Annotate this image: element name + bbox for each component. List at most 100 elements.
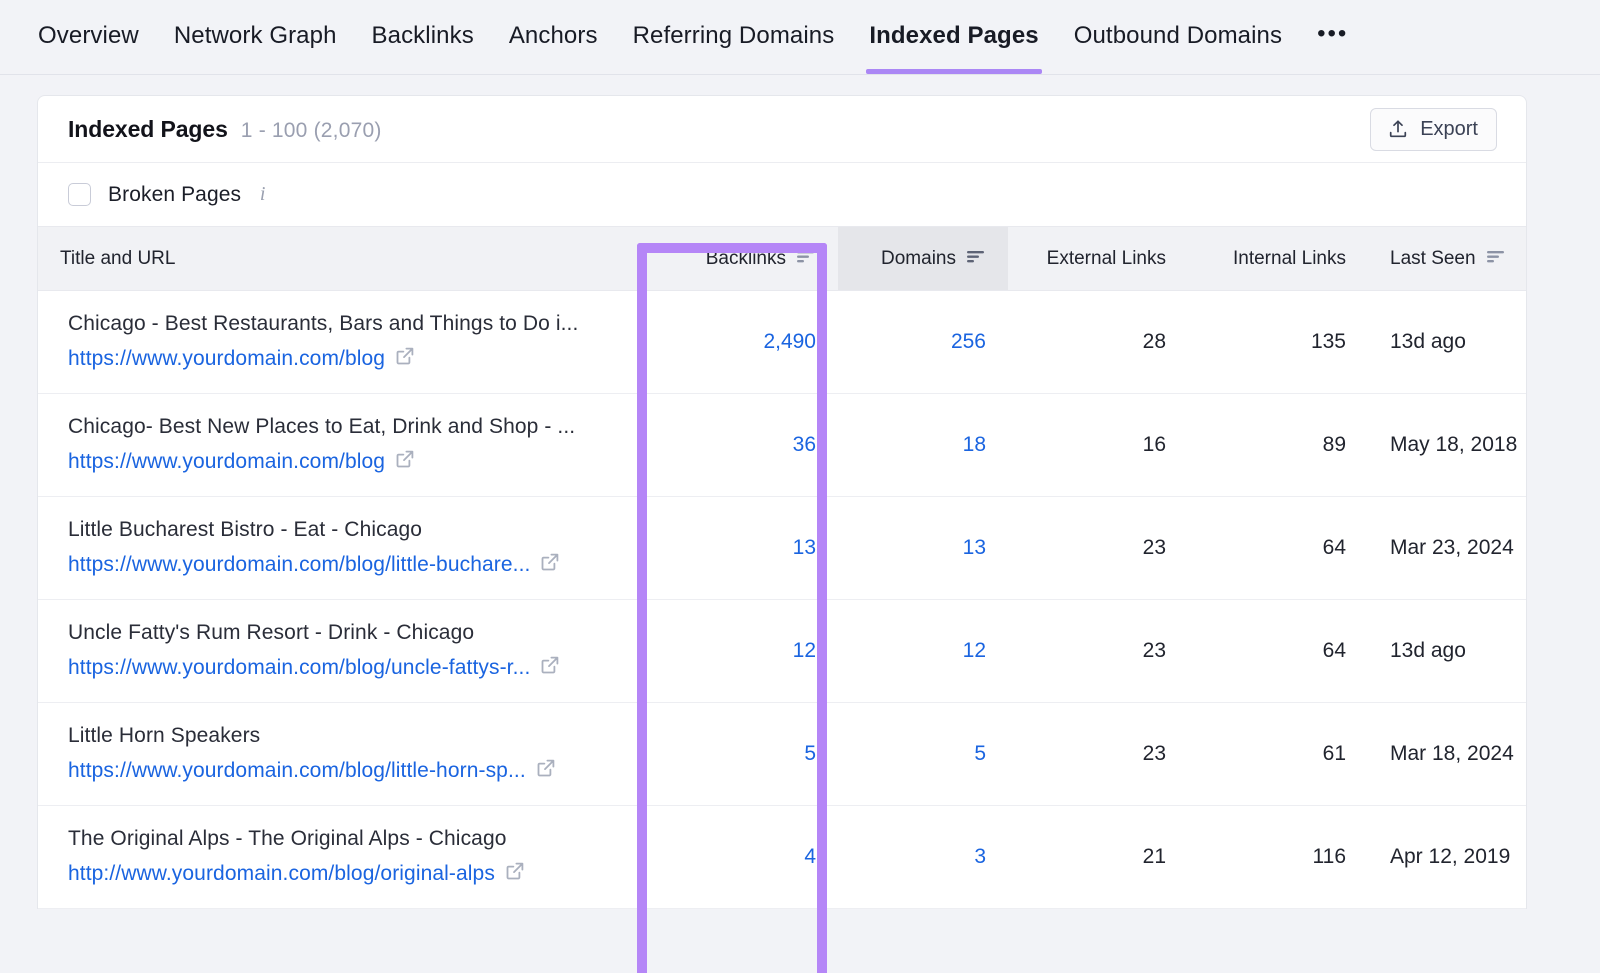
table-row[interactable]: Chicago- Best New Places to Eat, Drink a… — [38, 394, 1527, 497]
tab-label: Backlinks — [372, 22, 474, 49]
tab-anchors[interactable]: Anchors — [509, 0, 598, 74]
table-row[interactable]: Chicago - Best Restaurants, Bars and Thi… — [38, 291, 1527, 394]
backlinks-value-link[interactable]: 36 — [793, 433, 816, 456]
cell-backlinks: 12 — [638, 600, 838, 703]
cell-title-url: Chicago- Best New Places to Eat, Drink a… — [38, 394, 638, 497]
upload-icon — [1387, 118, 1409, 140]
column-label: Domains — [881, 248, 956, 270]
column-label: Title and URL — [60, 248, 175, 270]
external-link-icon[interactable] — [394, 345, 416, 373]
page-url-link[interactable]: https://www.yourdomain.com/blog/little-h… — [68, 759, 526, 783]
cell-backlinks: 4 — [638, 806, 838, 909]
sort-descending-icon[interactable] — [965, 248, 986, 270]
indexed-pages-card: Indexed Pages 1 - 100 (2,070) Export Bro… — [37, 95, 1527, 909]
column-label: Internal Links — [1233, 248, 1346, 270]
filter-bar: Broken Pages i — [38, 163, 1526, 226]
cell-external-links: 28 — [1008, 291, 1188, 394]
tab-outbound-domains[interactable]: Outbound Domains — [1074, 0, 1282, 74]
cell-title-url: Uncle Fatty's Rum Resort - Drink - Chica… — [38, 600, 638, 703]
more-tabs-icon[interactable]: ••• — [1317, 0, 1348, 72]
cell-last-seen: 13d ago — [1368, 291, 1527, 394]
broken-pages-filter[interactable]: Broken Pages — [68, 183, 241, 207]
page-url-link[interactable]: https://www.yourdomain.com/blog — [68, 450, 385, 474]
broken-pages-label: Broken Pages — [108, 183, 241, 207]
tab-label: Overview — [38, 22, 139, 49]
export-button[interactable]: Export — [1370, 108, 1497, 151]
cell-external-links: 23 — [1008, 497, 1188, 600]
column-header-last-seen[interactable]: Last Seen — [1368, 227, 1527, 291]
backlinks-value-link[interactable]: 4 — [804, 845, 816, 868]
external-link-icon[interactable] — [539, 654, 561, 682]
cell-external-links: 23 — [1008, 703, 1188, 806]
cell-backlinks: 2,490 — [638, 291, 838, 394]
backlinks-value-link[interactable]: 5 — [804, 742, 816, 765]
backlinks-value-link[interactable]: 12 — [793, 639, 816, 662]
cell-domains: 5 — [838, 703, 1008, 806]
cell-domains: 13 — [838, 497, 1008, 600]
info-icon[interactable]: i — [254, 185, 271, 204]
card-header: Indexed Pages 1 - 100 (2,070) Export — [38, 96, 1526, 163]
table-row[interactable]: Uncle Fatty's Rum Resort - Drink - Chica… — [38, 600, 1527, 703]
page-title: Indexed Pages — [68, 116, 228, 143]
cell-domains: 12 — [838, 600, 1008, 703]
cell-last-seen: Mar 23, 2024 — [1368, 497, 1527, 600]
broken-pages-checkbox[interactable] — [68, 183, 91, 206]
cell-internal-links: 64 — [1188, 497, 1368, 600]
tab-referring-domains[interactable]: Referring Domains — [633, 0, 835, 74]
export-button-label: Export — [1420, 118, 1478, 141]
cell-internal-links: 89 — [1188, 394, 1368, 497]
cell-internal-links: 135 — [1188, 291, 1368, 394]
tab-label: Indexed Pages — [869, 22, 1038, 49]
table-row[interactable]: The Original Alps - The Original Alps - … — [38, 806, 1527, 909]
table-header: Title and URL Backlinks — [38, 227, 1527, 291]
sort-descending-icon[interactable] — [795, 248, 816, 270]
tab-label: Referring Domains — [633, 22, 835, 49]
domains-value-link[interactable]: 18 — [963, 433, 986, 456]
tab-network-graph[interactable]: Network Graph — [174, 0, 337, 74]
indexed-pages-table: Title and URL Backlinks — [38, 226, 1527, 909]
page-url-link[interactable]: http://www.yourdomain.com/blog/original-… — [68, 862, 495, 886]
domains-value-link[interactable]: 12 — [963, 639, 986, 662]
external-link-icon[interactable] — [535, 757, 557, 785]
column-header-internal-links: Internal Links — [1188, 227, 1368, 291]
table-row[interactable]: Little Horn Speakers https://www.yourdoma… — [38, 703, 1527, 806]
cell-last-seen: 13d ago — [1368, 600, 1527, 703]
column-label: External Links — [1047, 248, 1166, 270]
page-title-text: Little Horn Speakers — [68, 724, 616, 748]
domains-value-link[interactable]: 5 — [974, 742, 986, 765]
backlinks-value-link[interactable]: 13 — [793, 536, 816, 559]
column-header-backlinks[interactable]: Backlinks — [638, 227, 838, 291]
card-title-group: Indexed Pages 1 - 100 (2,070) — [68, 116, 382, 143]
tab-overview[interactable]: Overview — [38, 0, 139, 74]
page-url-link[interactable]: https://www.yourdomain.com/blog — [68, 347, 385, 371]
external-link-icon[interactable] — [504, 860, 526, 888]
main-navigation: Overview Network Graph Backlinks Anchors… — [0, 0, 1600, 75]
page-url-link[interactable]: https://www.yourdomain.com/blog/uncle-fa… — [68, 656, 530, 680]
cell-title-url: The Original Alps - The Original Alps - … — [38, 806, 638, 909]
column-header-domains[interactable]: Domains — [838, 227, 1008, 291]
table-body: Chicago - Best Restaurants, Bars and Thi… — [38, 291, 1527, 909]
cell-backlinks: 36 — [638, 394, 838, 497]
cell-last-seen: May 18, 2018 — [1368, 394, 1527, 497]
cell-internal-links: 64 — [1188, 600, 1368, 703]
cell-domains: 256 — [838, 291, 1008, 394]
domains-value-link[interactable]: 3 — [974, 845, 986, 868]
cell-title-url: Little Bucharest Bistro - Eat - Chicago h… — [38, 497, 638, 600]
cell-external-links: 23 — [1008, 600, 1188, 703]
page-title-text: The Original Alps - The Original Alps - … — [68, 827, 616, 851]
page-url-link[interactable]: https://www.yourdomain.com/blog/little-b… — [68, 553, 530, 577]
cell-internal-links: 61 — [1188, 703, 1368, 806]
external-link-icon[interactable] — [539, 551, 561, 579]
domains-value-link[interactable]: 256 — [951, 330, 986, 353]
table-row[interactable]: Little Bucharest Bistro - Eat - Chicago h… — [38, 497, 1527, 600]
domains-value-link[interactable]: 13 — [963, 536, 986, 559]
backlinks-value-link[interactable]: 2,490 — [763, 330, 816, 353]
sort-descending-icon[interactable] — [1485, 248, 1506, 270]
column-header-external-links: External Links — [1008, 227, 1188, 291]
external-link-icon[interactable] — [394, 448, 416, 476]
column-header-title-url: Title and URL — [38, 227, 638, 291]
tab-indexed-pages[interactable]: Indexed Pages — [869, 0, 1038, 74]
cell-title-url: Chicago - Best Restaurants, Bars and Thi… — [38, 291, 638, 394]
page-title-text: Little Bucharest Bistro - Eat - Chicago — [68, 518, 616, 542]
tab-backlinks[interactable]: Backlinks — [372, 0, 474, 74]
